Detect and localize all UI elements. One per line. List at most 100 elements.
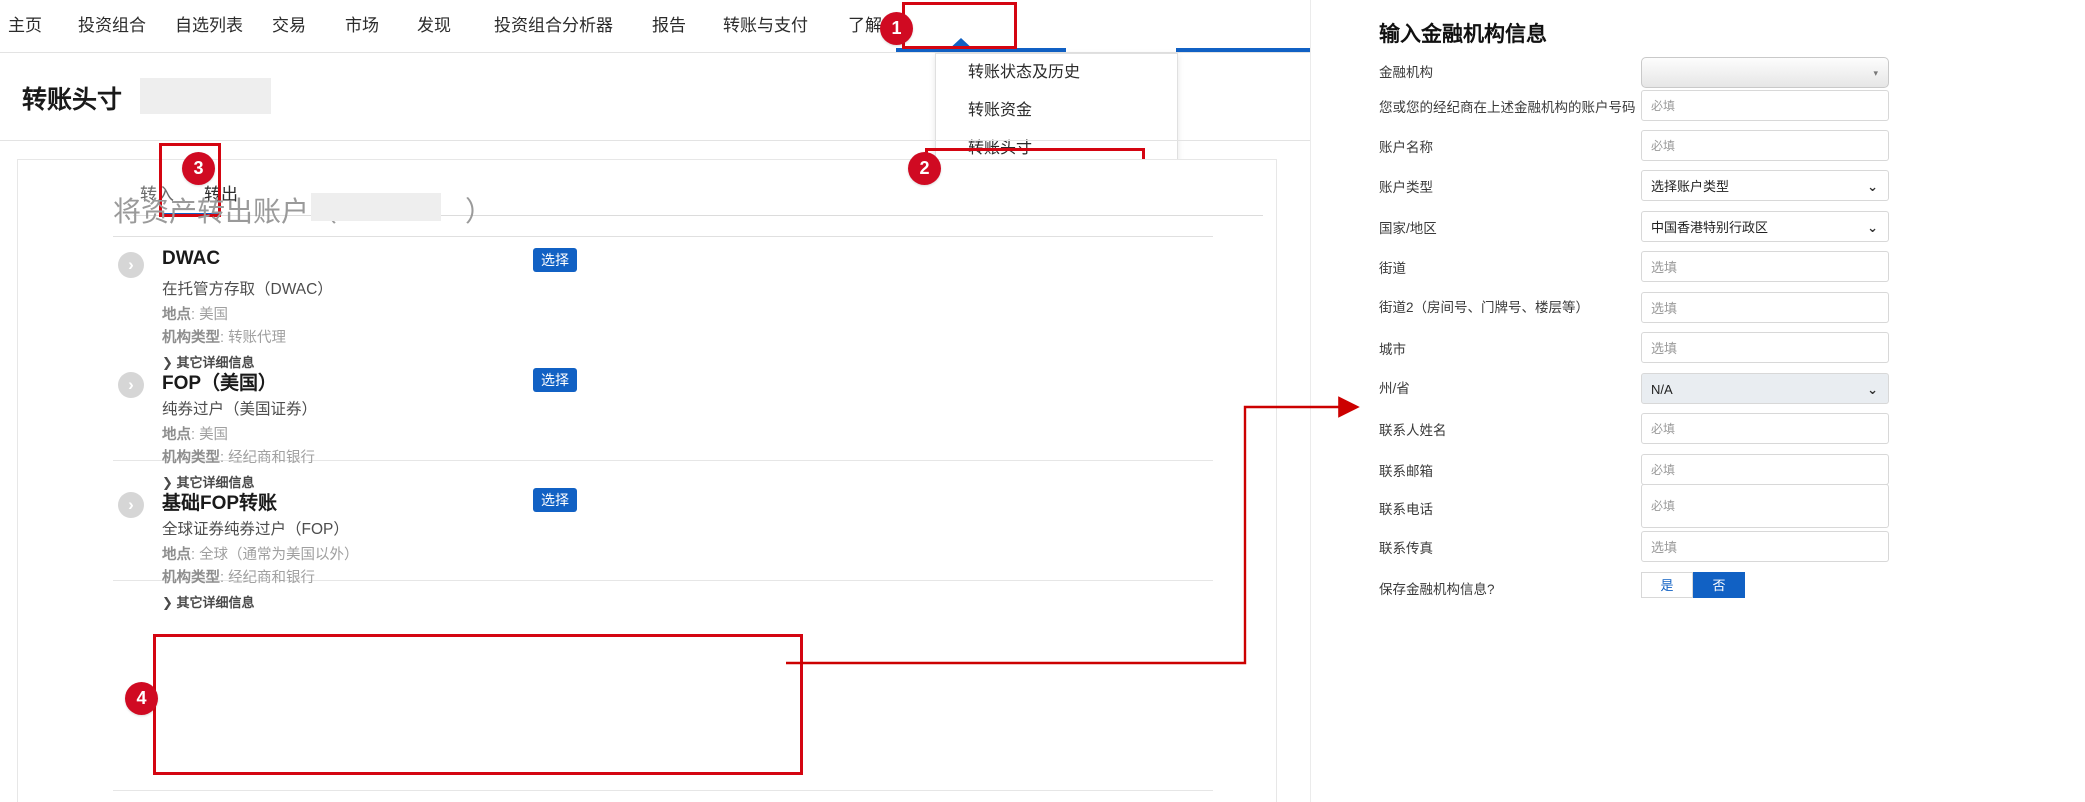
option-institution-label: 机构类型 xyxy=(162,330,220,346)
dropdown-item-transfer-status[interactable]: 转账状态及历史 xyxy=(936,54,1177,92)
field-label: 城市 xyxy=(1379,338,1406,358)
option-title: FOP（美国） xyxy=(162,368,277,395)
contact-name-input[interactable]: 必填 xyxy=(1641,413,1889,444)
option-institution-colon: : xyxy=(220,570,228,586)
field-label: 保存金融机构信息? xyxy=(1379,578,1495,598)
nav-item-8[interactable]: 报告 xyxy=(652,0,686,51)
option-subtitle: 全球证券纯券过户（FOP） xyxy=(162,517,349,539)
option-institution-value: 经纪商和银行 xyxy=(228,570,315,586)
option-institution-label: 机构类型 xyxy=(162,570,220,586)
option-select-button[interactable]: 选择 xyxy=(533,488,577,512)
field-placeholder: 选填 xyxy=(1651,293,1677,324)
option-select-button[interactable]: 选择 xyxy=(533,248,577,272)
nav-item-3[interactable]: 自选列表 xyxy=(175,0,243,51)
financial-institution-form-pane: 输入金融机构信息 金融机构 Long Bridge HK Limited ▾ L… xyxy=(1310,0,2085,802)
option-subtitle: 在托管方存取（DWAC） xyxy=(162,277,333,299)
field-label: 联系邮箱 xyxy=(1379,460,1433,480)
annotation-highlight-option-basic-fop xyxy=(153,634,803,775)
state-value: N/A xyxy=(1651,382,1673,397)
account-type-select[interactable]: 选择账户类型 ⌄ xyxy=(1641,170,1889,201)
chevron-down-icon: ⌄ xyxy=(1867,212,1878,243)
nav-item-2[interactable]: 投资组合 xyxy=(78,0,146,51)
option-location-colon: : xyxy=(191,427,199,443)
page-title: 转账头寸 xyxy=(22,80,122,116)
option-institution-label: 机构类型 xyxy=(162,450,220,466)
option-more-details-link[interactable]: ❯ 其它详细信息 xyxy=(162,592,255,611)
option-institution: 机构类型: 经纪商和银行 xyxy=(162,566,315,587)
field-placeholder: 必填 xyxy=(1651,414,1675,445)
field-label: 您或您的经纪商在上述金融机构的账户号码 xyxy=(1379,96,1636,116)
field-label: 国家/地区 xyxy=(1379,217,1437,237)
application-left-pane: 主页投资组合自选列表交易市场发现投资组合分析器报告转账与支付了解 转账状态及历史… xyxy=(0,0,1310,802)
option-institution-value: 转账代理 xyxy=(228,330,286,346)
option-title: DWAC xyxy=(162,248,220,270)
annotation-badge-4: 4 xyxy=(125,682,158,715)
nav-item-6[interactable]: 发现 xyxy=(417,0,451,51)
chevron-down-icon: ⌄ xyxy=(1867,171,1878,202)
country-select[interactable]: 中国香港特别行政区 ⌄ xyxy=(1641,211,1889,242)
field-label: 账户类型 xyxy=(1379,176,1433,196)
account-name-input[interactable]: 必填 xyxy=(1641,130,1889,161)
chevron-right-icon[interactable]: › xyxy=(118,252,144,278)
section-heading-divider xyxy=(113,236,1213,237)
option-location-label: 地点 xyxy=(162,307,191,323)
save-institution-no-button[interactable]: 否 xyxy=(1693,572,1745,598)
option-location-value: 全球（通常为美国以外） xyxy=(199,547,359,563)
top-navbar: 主页投资组合自选列表交易市场发现投资组合分析器报告转账与支付了解 xyxy=(0,0,1310,51)
annotation-badge-2: 2 xyxy=(908,152,941,185)
field-label: 街道 xyxy=(1379,257,1406,277)
field-label: 联系电话 xyxy=(1379,498,1433,518)
chevron-down-icon: ▾ xyxy=(1873,58,1878,89)
form-title: 输入金融机构信息 xyxy=(1379,18,1547,48)
chevron-right-icon[interactable]: › xyxy=(118,372,144,398)
contact-fax-input[interactable]: 选填 xyxy=(1641,531,1889,562)
nav-item-1[interactable]: 主页 xyxy=(8,0,42,51)
nav-item-7[interactable]: 投资组合分析器 xyxy=(494,0,613,51)
field-placeholder: 选填 xyxy=(1651,532,1677,563)
city-input[interactable]: 选填 xyxy=(1641,332,1889,363)
option-institution: 机构类型: 转账代理 xyxy=(162,326,286,347)
nav-item-10[interactable]: 了解 xyxy=(848,0,882,51)
option-institution-colon: : xyxy=(220,330,228,346)
option-more-details-label: 其它详细信息 xyxy=(177,595,255,610)
section-heading-prefix: 将资产转出账户（ xyxy=(113,196,337,227)
option-location: 地点: 美国 xyxy=(162,423,228,444)
chevron-right-icon[interactable]: › xyxy=(118,492,144,518)
option-select-button[interactable]: 选择 xyxy=(533,368,577,392)
save-institution-yes-button[interactable]: 是 xyxy=(1641,572,1693,598)
title-divider xyxy=(0,140,1310,141)
contact-email-input[interactable]: 必填 xyxy=(1641,454,1889,485)
field-label: 联系传真 xyxy=(1379,537,1433,557)
option-location-label: 地点 xyxy=(162,547,191,563)
dropdown-item-transfer-funds[interactable]: 转账资金 xyxy=(936,92,1177,130)
page-title-redacted-field xyxy=(140,78,271,114)
field-label: 街道2（房间号、门牌号、楼层等） xyxy=(1379,296,1589,316)
option-location: 地点: 全球（通常为美国以外） xyxy=(162,543,359,564)
nav-item-4[interactable]: 交易 xyxy=(272,0,306,51)
chevron-down-icon: ⌄ xyxy=(1867,374,1878,405)
section-heading-suffix: ） xyxy=(465,196,493,227)
annotation-badge-3: 3 xyxy=(182,152,215,185)
field-label: 联系人姓名 xyxy=(1379,419,1447,439)
annotation-highlight-nav-tab xyxy=(902,2,1017,49)
option-institution: 机构类型: 经纪商和银行 xyxy=(162,446,315,467)
institution-select[interactable]: Long Bridge HK Limited ▾ xyxy=(1641,57,1889,88)
option-title: 基础FOP转账 xyxy=(162,488,277,515)
account-number-input[interactable]: 必填 xyxy=(1641,90,1889,121)
account-type-value: 选择账户类型 xyxy=(1651,179,1729,194)
section-heading-redacted-field xyxy=(311,193,441,221)
option-location-colon: : xyxy=(191,547,199,563)
nav-item-9[interactable]: 转账与支付 xyxy=(723,0,808,51)
option-divider xyxy=(113,790,1213,791)
field-placeholder: 选填 xyxy=(1651,252,1677,283)
save-institution-toggle[interactable]: 是 否 xyxy=(1641,572,1745,598)
street-input[interactable]: 选填 xyxy=(1641,251,1889,282)
street2-input[interactable]: 选填 xyxy=(1641,292,1889,323)
contact-phone-input[interactable]: 必填 xyxy=(1641,484,1889,528)
option-location-colon: : xyxy=(191,307,199,323)
nav-item-5[interactable]: 市场 xyxy=(345,0,379,51)
field-label: 账户名称 xyxy=(1379,136,1433,156)
country-value: 中国香港特别行政区 xyxy=(1651,220,1768,235)
field-placeholder: 必填 xyxy=(1651,455,1675,486)
state-select[interactable]: N/A ⌄ xyxy=(1641,373,1889,404)
